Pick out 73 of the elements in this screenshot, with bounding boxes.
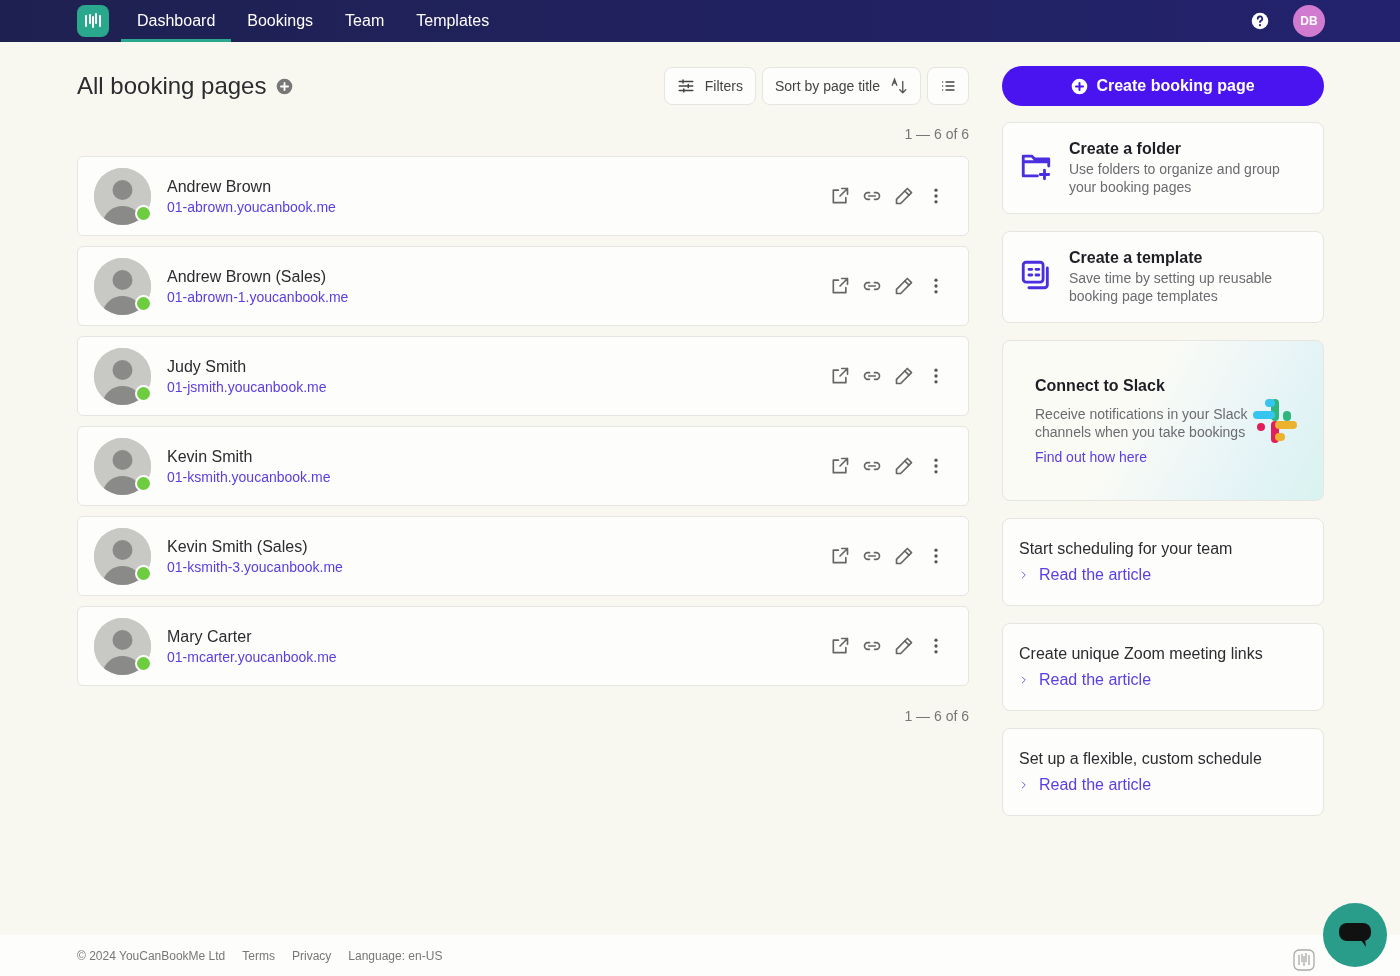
page-name: Andrew Brown xyxy=(167,177,273,196)
create-card[interactable]: Create a template Save time by setting up reusable booking page templates xyxy=(1002,231,1324,323)
article-title: Start scheduling for your team xyxy=(1019,540,1234,558)
pencil-icon[interactable] xyxy=(894,186,914,206)
page-url-link[interactable]: 01-mcarter.youcanbook.me xyxy=(167,648,337,665)
help-icon[interactable] xyxy=(1251,12,1269,30)
sort-button[interactable]: Sort by page title xyxy=(761,67,921,105)
pencil-icon[interactable] xyxy=(894,546,914,566)
footer-link[interactable]: Language: en-US xyxy=(348,948,443,963)
filters-button[interactable]: Filters xyxy=(663,67,756,105)
card-title: Connect to Slack xyxy=(1035,376,1166,395)
read-article-link[interactable]: Read the article xyxy=(1039,776,1152,794)
read-article-link[interactable]: Read the article xyxy=(1039,671,1152,689)
sliders-icon xyxy=(676,77,695,95)
card-description: Save time by setting up reusable booking page templates xyxy=(1069,269,1274,305)
page-name: Andrew Brown (Sales) xyxy=(167,267,328,286)
page-name: Kevin Smith xyxy=(167,447,254,466)
add-icon xyxy=(1071,77,1089,95)
external-link-icon[interactable] xyxy=(830,186,850,206)
read-article-link[interactable]: Read the article xyxy=(1039,566,1152,584)
sort-alphabetical-icon xyxy=(890,77,908,95)
footer-link[interactable]: Terms xyxy=(242,948,275,963)
nav-tab[interactable]: Dashboard xyxy=(121,0,232,42)
pencil-icon[interactable] xyxy=(894,366,914,386)
page-url-link[interactable]: 01-ksmith.youcanbook.me xyxy=(167,468,331,485)
app-logo-icon[interactable] xyxy=(77,5,109,37)
app-logo-icon xyxy=(1293,949,1315,971)
create-booking-page-button[interactable]: Create booking page xyxy=(1002,66,1324,106)
page-name: Judy Smith xyxy=(167,357,248,376)
article-title: Set up a flexible, custom schedule xyxy=(1019,750,1263,768)
footer-link[interactable]: Privacy xyxy=(291,948,332,963)
nav-tab[interactable]: Templates xyxy=(400,0,506,42)
card-description: Use folders to organize and group your booking pages xyxy=(1069,160,1281,196)
pagination-text: 1 — 6 of 6 xyxy=(903,708,969,724)
article-title: Create unique Zoom meeting links xyxy=(1019,645,1264,663)
card-title: Create a template xyxy=(1069,249,1204,267)
avatar-silhouette xyxy=(94,617,151,675)
create-card[interactable]: Create a folder Use folders to organize and group your booking pages xyxy=(1002,122,1324,214)
add-icon[interactable] xyxy=(276,77,294,95)
list-view-button[interactable] xyxy=(927,67,969,105)
page-url-link[interactable]: 01-abrown-1.youcanbook.me xyxy=(167,288,349,305)
avatar-silhouette xyxy=(94,167,151,225)
copyright-text: © 2024 YouCanBookMe Ltd xyxy=(77,948,226,963)
find-out-link[interactable]: Find out how here xyxy=(1035,448,1148,465)
nav-tab[interactable]: Bookings xyxy=(231,0,330,42)
slack-logo-icon xyxy=(1251,396,1299,445)
avatar-silhouette xyxy=(94,437,151,495)
pencil-icon[interactable] xyxy=(894,276,914,296)
external-link-icon[interactable] xyxy=(830,366,850,386)
nav-tab[interactable]: Team xyxy=(329,0,401,42)
card-description: Receive notifications in your Slack channels when you take bookings xyxy=(1035,404,1249,441)
card-title: Create a folder xyxy=(1069,140,1183,158)
avatar-silhouette xyxy=(94,347,151,405)
avatar-silhouette xyxy=(94,257,151,315)
external-link-icon[interactable] xyxy=(830,636,850,656)
pencil-icon[interactable] xyxy=(894,636,914,656)
page-name: Mary Carter xyxy=(167,627,253,646)
external-link-icon[interactable] xyxy=(830,456,850,476)
list-icon xyxy=(940,78,956,94)
page-url-link[interactable]: 01-jsmith.youcanbook.me xyxy=(167,378,327,395)
chat-bubble-icon xyxy=(1339,921,1371,949)
external-link-icon[interactable] xyxy=(830,546,850,566)
page-title: All booking pages xyxy=(77,72,267,100)
page-url-link[interactable]: 01-ksmith-3.youcanbook.me xyxy=(167,558,343,575)
chevron-right-icon xyxy=(1019,779,1029,791)
pagination-text: 1 — 6 of 6 xyxy=(903,126,969,142)
chevron-right-icon xyxy=(1019,674,1029,686)
pencil-icon[interactable] xyxy=(894,456,914,476)
avatar-silhouette xyxy=(94,527,151,585)
external-link-icon[interactable] xyxy=(830,276,850,296)
chevron-right-icon xyxy=(1019,569,1029,581)
page-url-link[interactable]: 01-abrown.youcanbook.me xyxy=(167,198,336,215)
page-name: Kevin Smith (Sales) xyxy=(167,537,309,556)
